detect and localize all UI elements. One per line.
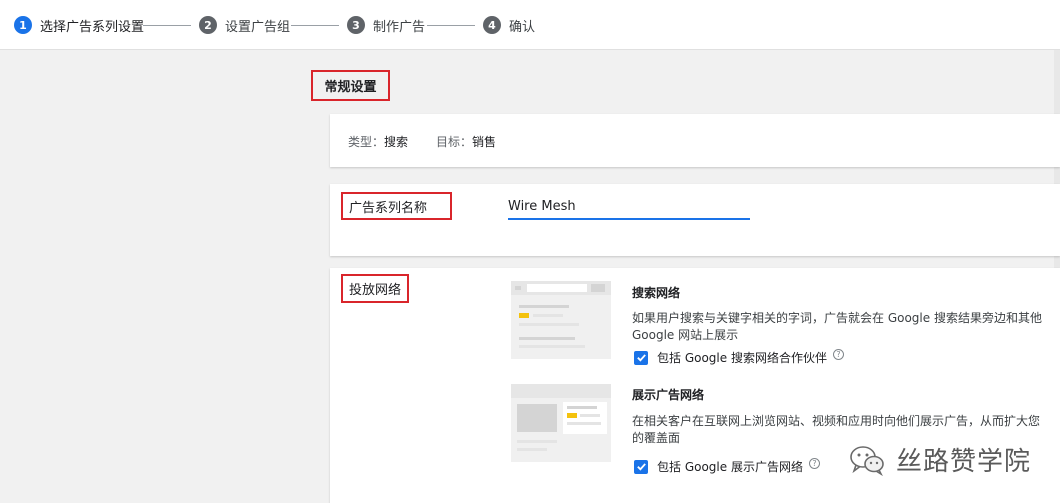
content-line bbox=[517, 440, 557, 443]
result-line bbox=[519, 305, 569, 308]
step-ad-group[interactable]: 2 设置广告组 bbox=[199, 15, 290, 35]
display-network-title: 展示广告网络 bbox=[632, 388, 705, 402]
watermark-text: 丝路赞学院 bbox=[896, 447, 1032, 477]
search-box bbox=[527, 284, 587, 292]
campaign-stepper: 1 选择广告系列设置 2 设置广告组 3 制作广告 4 确认 bbox=[0, 0, 1060, 50]
search-partners-label: 包括 Google 搜索网络合作伙伴 bbox=[657, 351, 827, 365]
content-block bbox=[517, 404, 557, 432]
step-number: 4 bbox=[483, 16, 501, 34]
search-network-description: 如果用户搜索与关键字相关的字词，广告就会在 Google 搜索结果旁边和其他 G… bbox=[632, 311, 1042, 342]
campaign-type: 类型：搜索 bbox=[348, 133, 408, 150]
type-value: 搜索 bbox=[384, 135, 409, 149]
browser-bar bbox=[511, 384, 611, 398]
section-heading-general: 常规设置 bbox=[311, 70, 390, 101]
ad-line bbox=[567, 406, 597, 409]
result-line bbox=[533, 314, 563, 317]
goal-label: 目标： bbox=[436, 135, 473, 149]
campaign-name-card: 广告系列名称 bbox=[330, 184, 1060, 256]
step-connector bbox=[291, 25, 339, 26]
search-network-illustration bbox=[511, 281, 611, 359]
display-network-checkbox[interactable] bbox=[634, 459, 648, 474]
goal-value: 销售 bbox=[472, 135, 497, 149]
step-connector bbox=[143, 25, 191, 26]
step-create-ad[interactable]: 3 制作广告 bbox=[347, 15, 425, 35]
ad-badge-shape bbox=[519, 313, 529, 318]
search-partners-option[interactable]: 包括 Google 搜索网络合作伙伴 ? bbox=[634, 349, 844, 366]
type-label: 类型： bbox=[348, 135, 385, 149]
step-label: 设置广告组 bbox=[225, 19, 291, 35]
campaign-type-card: 类型：搜索 目标：销售 bbox=[330, 114, 1060, 167]
result-line bbox=[519, 345, 585, 348]
ad-badge-shape bbox=[567, 413, 577, 418]
content-line bbox=[517, 448, 547, 451]
step-number: 1 bbox=[14, 16, 32, 34]
step-number: 3 bbox=[347, 16, 365, 34]
search-button-shape bbox=[591, 284, 605, 292]
step-campaign-settings[interactable]: 1 选择广告系列设置 bbox=[14, 15, 144, 35]
help-icon[interactable]: ? bbox=[832, 349, 844, 360]
networks-label: 投放网络 bbox=[341, 274, 409, 303]
step-label: 确认 bbox=[509, 19, 536, 35]
ad-line bbox=[580, 414, 600, 417]
wechat-icon bbox=[850, 445, 884, 476]
logo-shape bbox=[515, 286, 521, 290]
result-line bbox=[519, 337, 575, 340]
step-label: 制作广告 bbox=[373, 19, 426, 35]
watermark: 丝路赞学院 bbox=[848, 441, 1031, 478]
display-network-label: 包括 Google 展示广告网络 bbox=[657, 460, 803, 474]
search-network-title: 搜索网络 bbox=[632, 286, 681, 300]
check-icon bbox=[636, 463, 646, 471]
campaign-name-input[interactable] bbox=[508, 194, 750, 220]
check-icon bbox=[636, 354, 646, 362]
step-confirm[interactable]: 4 确认 bbox=[483, 15, 535, 35]
campaign-goal: 目标：销售 bbox=[436, 133, 496, 150]
ad-line bbox=[567, 422, 601, 425]
step-number: 2 bbox=[199, 16, 217, 34]
campaign-name-label: 广告系列名称 bbox=[341, 192, 452, 220]
search-partners-checkbox[interactable] bbox=[634, 350, 648, 365]
step-label: 选择广告系列设置 bbox=[40, 19, 145, 35]
result-line bbox=[519, 323, 579, 326]
display-network-option[interactable]: 包括 Google 展示广告网络 ? bbox=[634, 458, 820, 475]
step-connector bbox=[427, 25, 475, 26]
help-icon[interactable]: ? bbox=[808, 458, 820, 469]
display-network-illustration bbox=[511, 384, 611, 462]
